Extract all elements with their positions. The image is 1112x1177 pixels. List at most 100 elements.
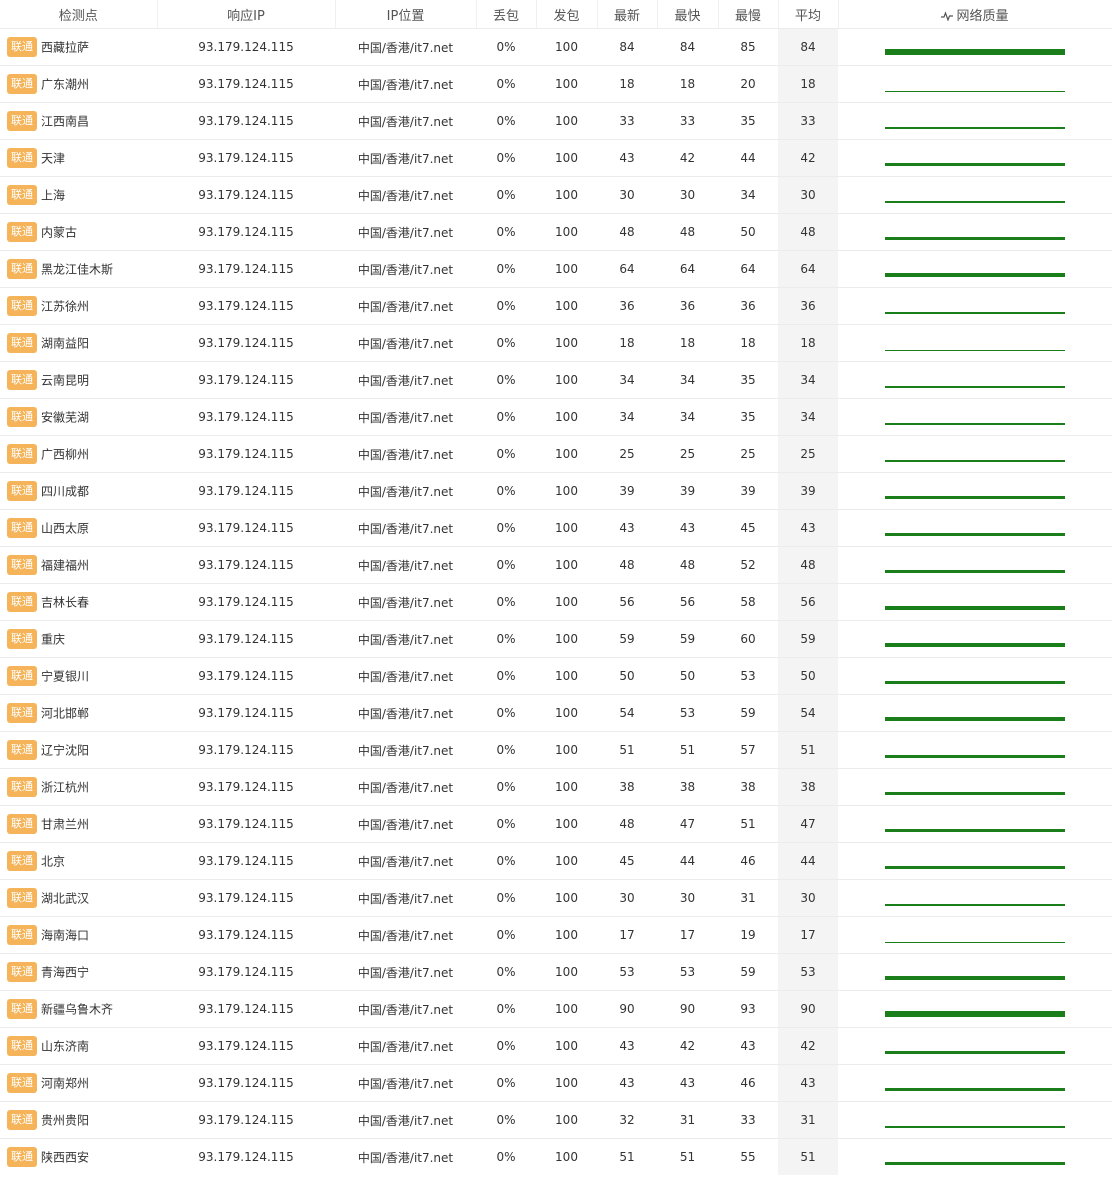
loss-cell: 0% xyxy=(476,250,536,288)
quality-cell xyxy=(838,657,1112,695)
header-loss[interactable]: 丢包 xyxy=(476,0,537,29)
quality-sparkline xyxy=(885,49,1065,55)
fastest-cell: 30 xyxy=(657,879,718,917)
location-cell: 中国/香港/it7.net xyxy=(335,583,476,621)
latest-cell: 59 xyxy=(597,620,657,658)
city-label: 河北邯郸 xyxy=(41,706,90,721)
header-location[interactable]: IP位置 xyxy=(335,0,477,29)
ip-cell: 93.179.124.115 xyxy=(157,324,335,362)
fastest-cell: 84 xyxy=(657,28,718,66)
city-label: 上海 xyxy=(41,188,66,203)
quality-cell xyxy=(838,509,1112,547)
latest-cell: 30 xyxy=(597,879,657,917)
average-cell: 44 xyxy=(778,842,838,880)
location-cell: 中国/香港/it7.net xyxy=(335,435,476,473)
node-cell: 联通 新疆乌鲁木齐 xyxy=(0,990,157,1028)
ip-cell: 93.179.124.115 xyxy=(157,694,335,732)
average-cell: 48 xyxy=(778,546,838,584)
city-label: 青海西宁 xyxy=(41,965,90,980)
isp-badge: 联通 xyxy=(7,296,37,316)
header-ip[interactable]: 响应IP xyxy=(157,0,336,29)
city-label: 山西太原 xyxy=(41,521,90,536)
header-average[interactable]: 平均 xyxy=(778,0,839,29)
sent-cell: 100 xyxy=(536,213,597,251)
sent-cell: 100 xyxy=(536,287,597,325)
header-fastest[interactable]: 最快 xyxy=(657,0,719,29)
header-sent[interactable]: 发包 xyxy=(536,0,598,29)
ip-cell: 93.179.124.115 xyxy=(157,731,335,769)
node-cell: 联通 四川成都 xyxy=(0,472,157,510)
fastest-cell: 51 xyxy=(679,1150,696,1164)
quality-cell xyxy=(838,694,1112,732)
loss-cell: 0% xyxy=(476,694,536,732)
latest-cell: 36 xyxy=(597,287,657,325)
quality-sparkline xyxy=(885,350,1065,351)
average-cell: 38 xyxy=(778,768,838,806)
isp-badge: 联通 xyxy=(7,74,37,94)
header-slowest[interactable]: 最慢 xyxy=(718,0,779,29)
quality-cell xyxy=(838,546,1112,584)
quality-cell xyxy=(838,176,1112,214)
city-label: 辽宁沈阳 xyxy=(41,743,90,758)
fastest-cell: 42 xyxy=(657,139,718,177)
header-quality-label: 网络质量 xyxy=(956,8,1009,24)
fastest-cell: 43 xyxy=(657,509,718,547)
city-label: 新疆乌鲁木齐 xyxy=(41,1002,114,1017)
slowest-cell: 52 xyxy=(718,546,778,584)
location-cell: 中国/香港/it7.net xyxy=(335,102,476,140)
average-cell: 48 xyxy=(778,213,838,251)
header-quality[interactable]: 网络质量 xyxy=(838,0,1112,29)
location-cell: 中国/香港/it7.net xyxy=(335,324,476,362)
slowest-cell: 57 xyxy=(718,731,778,769)
sent-cell: 100 xyxy=(536,1027,597,1065)
city-label: 北京 xyxy=(41,854,66,869)
location-cell: 中国/香港/it7.net xyxy=(335,805,476,843)
header-latest[interactable]: 最新 xyxy=(597,0,658,29)
fastest-cell: 30 xyxy=(657,176,718,214)
header-node[interactable]: 检测点 xyxy=(0,0,158,29)
ip-cell: 93.179.124.115 xyxy=(157,657,335,695)
ip-cell: 93.179.124.115 xyxy=(157,805,335,843)
loss-cell: 0% xyxy=(476,768,536,806)
isp-badge: 联通 xyxy=(7,1073,37,1093)
slowest-cell: 20 xyxy=(718,65,778,103)
latest-cell: 32 xyxy=(597,1101,657,1139)
latest-cell: 30 xyxy=(597,176,657,214)
node-cell: 联通 山西太原 xyxy=(0,509,157,547)
latest-cell: 48 xyxy=(597,213,657,251)
loss-cell: 0% xyxy=(476,583,536,621)
slowest-cell: 53 xyxy=(718,657,778,695)
loss-cell: 0% xyxy=(476,139,536,177)
loss-cell: 0% xyxy=(476,1064,536,1102)
latest-cell: 18 xyxy=(597,65,657,103)
table-row: 联通 湖北武汉 93.179.124.115 中国/香港/it7.net 0% 100 30… xyxy=(0,879,1112,917)
sent-cell: 100 xyxy=(536,28,597,66)
city-label: 江西南昌 xyxy=(41,114,90,129)
isp-badge: 联通 xyxy=(7,555,37,575)
loss-cell: 0% xyxy=(496,1150,516,1164)
city-label: 内蒙古 xyxy=(41,225,78,240)
city-label: 浙江杭州 xyxy=(41,780,90,795)
slowest-cell: 46 xyxy=(718,1064,778,1102)
city-label: 安徽芜湖 xyxy=(41,410,90,425)
pulse-icon xyxy=(941,11,954,21)
ip-cell: 93.179.124.115 xyxy=(157,1027,335,1065)
city-label: 西藏拉萨 xyxy=(41,40,90,55)
fastest-cell: 18 xyxy=(657,65,718,103)
average-cell: 17 xyxy=(778,916,838,954)
sent-cell: 100 xyxy=(536,102,597,140)
average-cell: 31 xyxy=(778,1101,838,1139)
latest-cell: 34 xyxy=(597,361,657,399)
fastest-cell: 59 xyxy=(657,620,718,658)
quality-cell xyxy=(838,879,1112,917)
city-label: 湖南益阳 xyxy=(41,336,90,351)
table-row: 联通 内蒙古 93.179.124.115 中国/香港/it7.net 0% 100 48 4… xyxy=(0,213,1112,251)
sent-cell: 100 xyxy=(536,990,597,1028)
fastest-cell: 43 xyxy=(657,1064,718,1102)
loss-cell: 0% xyxy=(476,805,536,843)
isp-badge: 联通 xyxy=(7,444,37,464)
quality-sparkline xyxy=(885,237,1065,240)
slowest-cell: 25 xyxy=(718,435,778,473)
city-label: 天津 xyxy=(41,151,66,166)
slowest-cell: 38 xyxy=(718,768,778,806)
